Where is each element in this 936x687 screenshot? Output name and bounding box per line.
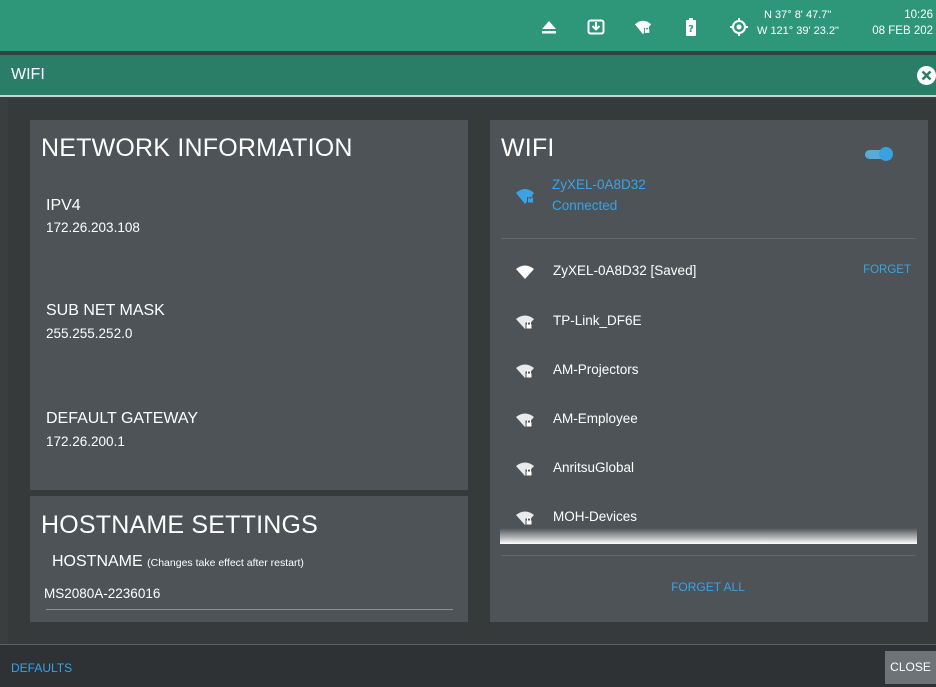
title-bar: WIFI xyxy=(0,55,936,97)
connected-network-name[interactable]: ZyXEL-0A8D32 xyxy=(552,177,646,192)
wifi-lock-icon xyxy=(515,314,535,330)
network-information-title: NETWORK INFORMATION xyxy=(41,134,353,162)
gps-icon[interactable] xyxy=(730,18,748,36)
wifi-connected-icon xyxy=(515,187,537,205)
wifi-lock-icon xyxy=(515,461,535,477)
forget-all-button[interactable]: FORGET ALL xyxy=(500,580,916,594)
ipv4-label: IPV4 xyxy=(46,197,81,214)
hostname-input[interactable]: MS2080A-2236016 xyxy=(44,586,160,601)
battery-unknown-icon[interactable]: ? xyxy=(682,18,700,36)
hostname-label: HOSTNAME (Changes take effect after rest… xyxy=(52,553,304,571)
close-button[interactable]: CLOSE xyxy=(885,651,936,684)
longitude: W 121° 39' 23.2" xyxy=(757,25,839,37)
wifi-toggle-thumb xyxy=(879,147,893,161)
network-name: TP-Link_DF6E xyxy=(553,313,642,328)
forget-button[interactable]: FORGET xyxy=(863,264,911,276)
time: 10:26 xyxy=(904,9,933,21)
close-icon[interactable] xyxy=(917,66,936,85)
status-bar: ? N 37° 8' 47.7" W 121° 39' 23.2" 10:26 … xyxy=(0,0,936,53)
network-list-item[interactable]: AM-Employee xyxy=(500,406,916,436)
divider xyxy=(501,555,916,556)
divider xyxy=(501,238,916,239)
network-list-item[interactable]: AnritsuGlobal xyxy=(500,455,916,485)
hostname-label-text: HOSTNAME xyxy=(52,553,143,570)
hostname-settings-title: HOSTNAME SETTINGS xyxy=(41,511,319,539)
hostname-input-underline xyxy=(46,609,453,610)
window-title: WIFI xyxy=(11,66,45,83)
network-name: AM-Employee xyxy=(553,411,638,426)
network-name: MOH-Devices xyxy=(553,509,638,524)
wifi-toggle[interactable] xyxy=(865,147,893,161)
ipv4-value: 172.26.203.108 xyxy=(46,220,140,235)
wifi-lock-icon xyxy=(515,363,535,379)
bottom-bar: DEFAULTS CLOSE xyxy=(0,644,936,687)
hostname-note: (Changes take effect after restart) xyxy=(147,557,304,569)
wifi-icon xyxy=(515,264,535,280)
network-name: AnritsuGlobal xyxy=(553,460,635,475)
network-name: AM-Projectors xyxy=(553,362,639,377)
save-screen-icon[interactable] xyxy=(587,18,605,36)
wifi-lock-icon xyxy=(515,412,535,428)
clock: 10:26 08 FEB 202 xyxy=(866,7,936,39)
eject-icon[interactable] xyxy=(540,18,558,36)
latitude: N 37° 8' 47.7" xyxy=(764,9,832,21)
default-gateway-value: 172.26.200.1 xyxy=(46,434,125,449)
network-list-item[interactable]: TP-Link_DF6E xyxy=(500,308,916,338)
gps-coordinates: N 37° 8' 47.7" W 121° 39' 23.2" xyxy=(757,7,867,39)
network-list-item[interactable]: ZyXEL-0A8D32 [Saved] FORGET xyxy=(500,258,916,288)
default-gateway-label: DEFAULT GATEWAY xyxy=(46,410,199,427)
svg-text:?: ? xyxy=(688,24,694,35)
date: 08 FEB 202 xyxy=(872,25,933,37)
list-scroll-fade xyxy=(500,528,917,544)
subnet-mask-label: SUB NET MASK xyxy=(46,302,165,319)
wifi-panel-title: WIFI xyxy=(501,134,555,162)
defaults-button[interactable]: DEFAULTS xyxy=(11,661,72,675)
subnet-mask-value: 255.255.252.0 xyxy=(46,326,133,341)
wifi-lock-icon[interactable] xyxy=(634,18,652,36)
network-name: ZyXEL-0A8D32 [Saved] xyxy=(553,263,697,278)
connected-network-status: Connected xyxy=(552,198,618,213)
network-list-item[interactable]: AM-Projectors xyxy=(500,357,916,387)
wifi-lock-icon xyxy=(515,510,535,526)
